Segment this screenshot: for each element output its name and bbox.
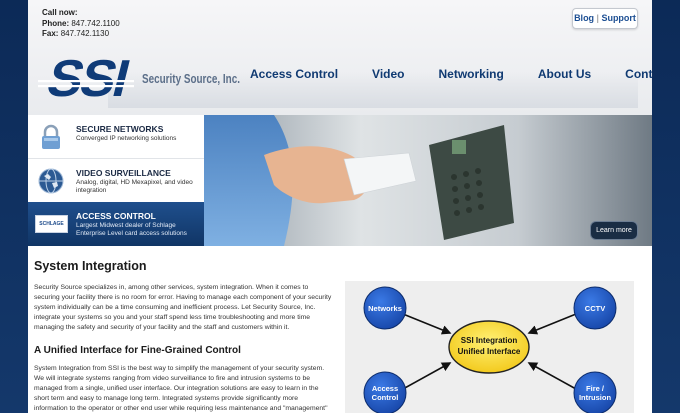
feature-title: SECURE NETWORKS: [76, 124, 164, 134]
page: Call now: Phone: 847.742.1100 Fax: 847.7…: [28, 0, 652, 413]
schlage-logo: SCHLAGE: [35, 215, 68, 233]
phone-number[interactable]: 847.742.1100: [71, 19, 119, 28]
feature-band: SECURE NETWORKS Converged IP networking …: [28, 115, 652, 246]
node-fire-label-1: Fire /: [586, 384, 605, 393]
nav-access-control[interactable]: Access Control: [250, 67, 338, 81]
link-separator: |: [596, 13, 599, 23]
main-nav: Access Control Video Networking About Us…: [250, 67, 652, 81]
intro-paragraph: Security Source specializes in, among ot…: [34, 284, 332, 331]
nav-about-us[interactable]: About Us: [538, 67, 591, 81]
lock-icon: [42, 124, 60, 149]
support-link[interactable]: Support: [601, 13, 636, 23]
feature-tab-video-surveillance[interactable]: VIDEO SURVEILLANCE Analog, digital, HD M…: [28, 159, 204, 203]
feature-tab-access-control[interactable]: SCHLAGE ACCESS CONTROL Largest Midwest d…: [28, 202, 214, 246]
hero-photo: [204, 115, 652, 246]
blog-link[interactable]: Blog: [574, 13, 594, 23]
nav-video[interactable]: Video: [372, 67, 404, 81]
logo-subtext: Security Source, Inc.: [142, 71, 240, 86]
feature-tabs: SECURE NETWORKS Converged IP networking …: [28, 115, 214, 246]
node-cctv-label: CCTV: [585, 304, 605, 313]
integration-diagram-svg: SSI Integration Unified Interface Networ…: [363, 286, 617, 413]
integration-diagram: SSI Integration Unified Interface Networ…: [345, 281, 634, 413]
body-paragraph: System Integration from SSI is the best …: [34, 365, 328, 412]
feature-title: ACCESS CONTROL: [76, 211, 156, 221]
page-title: System Integration: [34, 259, 147, 273]
nav-contact[interactable]: Contact: [625, 67, 652, 81]
fax-label: Fax:: [42, 29, 59, 38]
section-subtitle: A Unified Interface for Fine-Grained Con…: [34, 345, 241, 356]
feature-desc: Converged IP networking solutions: [76, 135, 177, 142]
contact-info: Call now: Phone: 847.742.1100 Fax: 847.7…: [42, 8, 120, 40]
center-label-1: SSI Integration: [461, 336, 518, 345]
nav-networking[interactable]: Networking: [439, 67, 504, 81]
hero-image: Learn more: [204, 115, 652, 246]
call-now-label: Call now:: [42, 8, 78, 17]
node-access-label-2: Control: [372, 393, 399, 402]
main-content: System Integration Security Source speci…: [28, 246, 652, 413]
globe-icon: [38, 168, 64, 194]
logo-text: SSI: [42, 50, 134, 102]
feature-desc: Analog, digital, HD Mexapixel, and video…: [76, 179, 193, 194]
node-access-label-1: Access: [372, 384, 398, 393]
node-fire-label-2: Intrusion: [579, 393, 611, 402]
blog-support-box: Blog | Support: [572, 8, 638, 29]
phone-label: Phone:: [42, 18, 70, 28]
ssi-logo[interactable]: SSI Security Source, Inc.: [34, 50, 244, 102]
fax-number: 847.742.1130: [60, 29, 110, 38]
center-label-2: Unified Interface: [458, 347, 521, 356]
feature-tab-secure-networks[interactable]: SECURE NETWORKS Converged IP networking …: [28, 115, 204, 159]
node-networks-label: Networks: [368, 304, 402, 313]
learn-more-button[interactable]: Learn more: [590, 221, 638, 240]
header: Call now: Phone: 847.742.1100 Fax: 847.7…: [28, 0, 652, 115]
feature-desc: Largest Midwest dealer of Schlage Enterp…: [76, 222, 187, 237]
feature-title: VIDEO SURVEILLANCE: [76, 168, 171, 178]
